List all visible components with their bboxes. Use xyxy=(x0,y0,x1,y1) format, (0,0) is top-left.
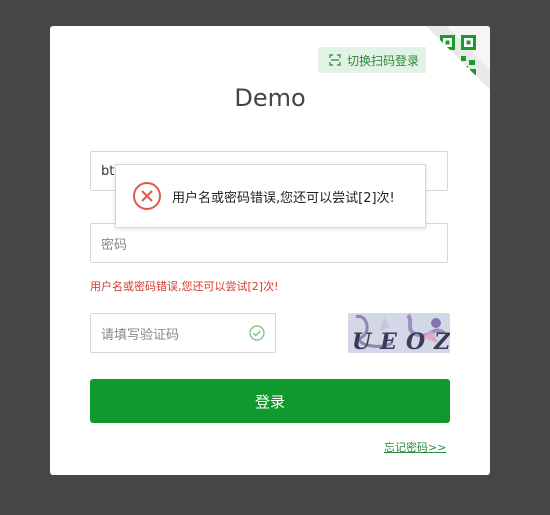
scan-icon xyxy=(329,54,341,66)
login-card: 切换扫码登录 Demo bt 密码 用户名或密码错误,您还可以尝试[2]次! 请… xyxy=(50,26,490,475)
captcha-graphic: UEOZ xyxy=(348,313,450,353)
forgot-password-link[interactable]: 忘记密码>> xyxy=(384,439,446,455)
toast-message: 用户名或密码错误,您还可以尝试[2]次! xyxy=(172,190,395,206)
check-circle-icon xyxy=(249,325,265,341)
qr-code-icon[interactable] xyxy=(426,26,490,90)
captcha-placeholder: 请填写验证码 xyxy=(101,327,180,343)
switch-qr-login-label: 切换扫码登录 xyxy=(347,53,420,68)
page-title: Demo xyxy=(234,84,306,112)
password-input[interactable]: 密码 xyxy=(90,223,448,263)
captcha-text: UEOZ xyxy=(352,329,450,353)
captcha-image[interactable]: UEOZ xyxy=(348,313,450,353)
error-circle-icon xyxy=(133,182,161,210)
captcha-input[interactable]: 请填写验证码 xyxy=(90,313,276,353)
switch-qr-login-button[interactable]: 切换扫码登录 xyxy=(318,47,430,73)
error-message: 用户名或密码错误,您还可以尝试[2]次! xyxy=(90,280,279,293)
error-toast: 用户名或密码错误,您还可以尝试[2]次! xyxy=(115,164,426,228)
login-button[interactable]: 登录 xyxy=(90,379,450,423)
